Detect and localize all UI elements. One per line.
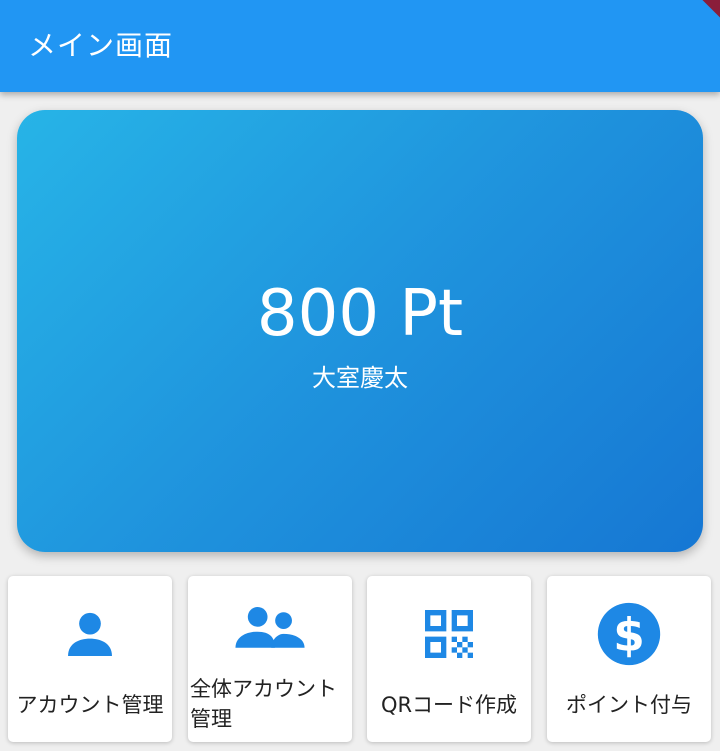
dollar-circle-icon: $: [547, 596, 711, 672]
app-bar: メイン画面: [0, 0, 720, 92]
all-account-management-label-line2: 管理: [190, 707, 232, 731]
award-points-button[interactable]: $ ポイント付与: [547, 576, 711, 742]
account-management-label: アカウント管理: [16, 693, 164, 717]
person-icon: [8, 596, 172, 672]
qr-code-create-button[interactable]: QRコード作成: [367, 576, 531, 742]
points-value: 800 Pt: [256, 277, 464, 351]
points-card: 800 Pt 大室慶太: [17, 110, 703, 552]
qr-code-create-label: QRコード作成: [380, 693, 518, 717]
debug-banner: [668, 0, 720, 44]
page-title: メイン画面: [28, 29, 174, 62]
account-management-button[interactable]: アカウント管理: [8, 576, 172, 742]
main-content: 800 Pt 大室慶太 アカウント管理 全体アカウント 管理 QRコード作成 $…: [0, 92, 720, 751]
svg-text:$: $: [613, 608, 645, 661]
people-icon: [188, 590, 352, 666]
account-holder-name: 大室慶太: [312, 364, 408, 392]
all-account-management-label-line1: 全体アカウント: [190, 677, 337, 701]
all-account-management-label: 全体アカウント 管理: [188, 674, 352, 734]
award-points-label: ポイント付与: [566, 693, 692, 717]
qr-code-icon: [367, 596, 531, 672]
all-account-management-button[interactable]: 全体アカウント 管理: [188, 576, 352, 742]
